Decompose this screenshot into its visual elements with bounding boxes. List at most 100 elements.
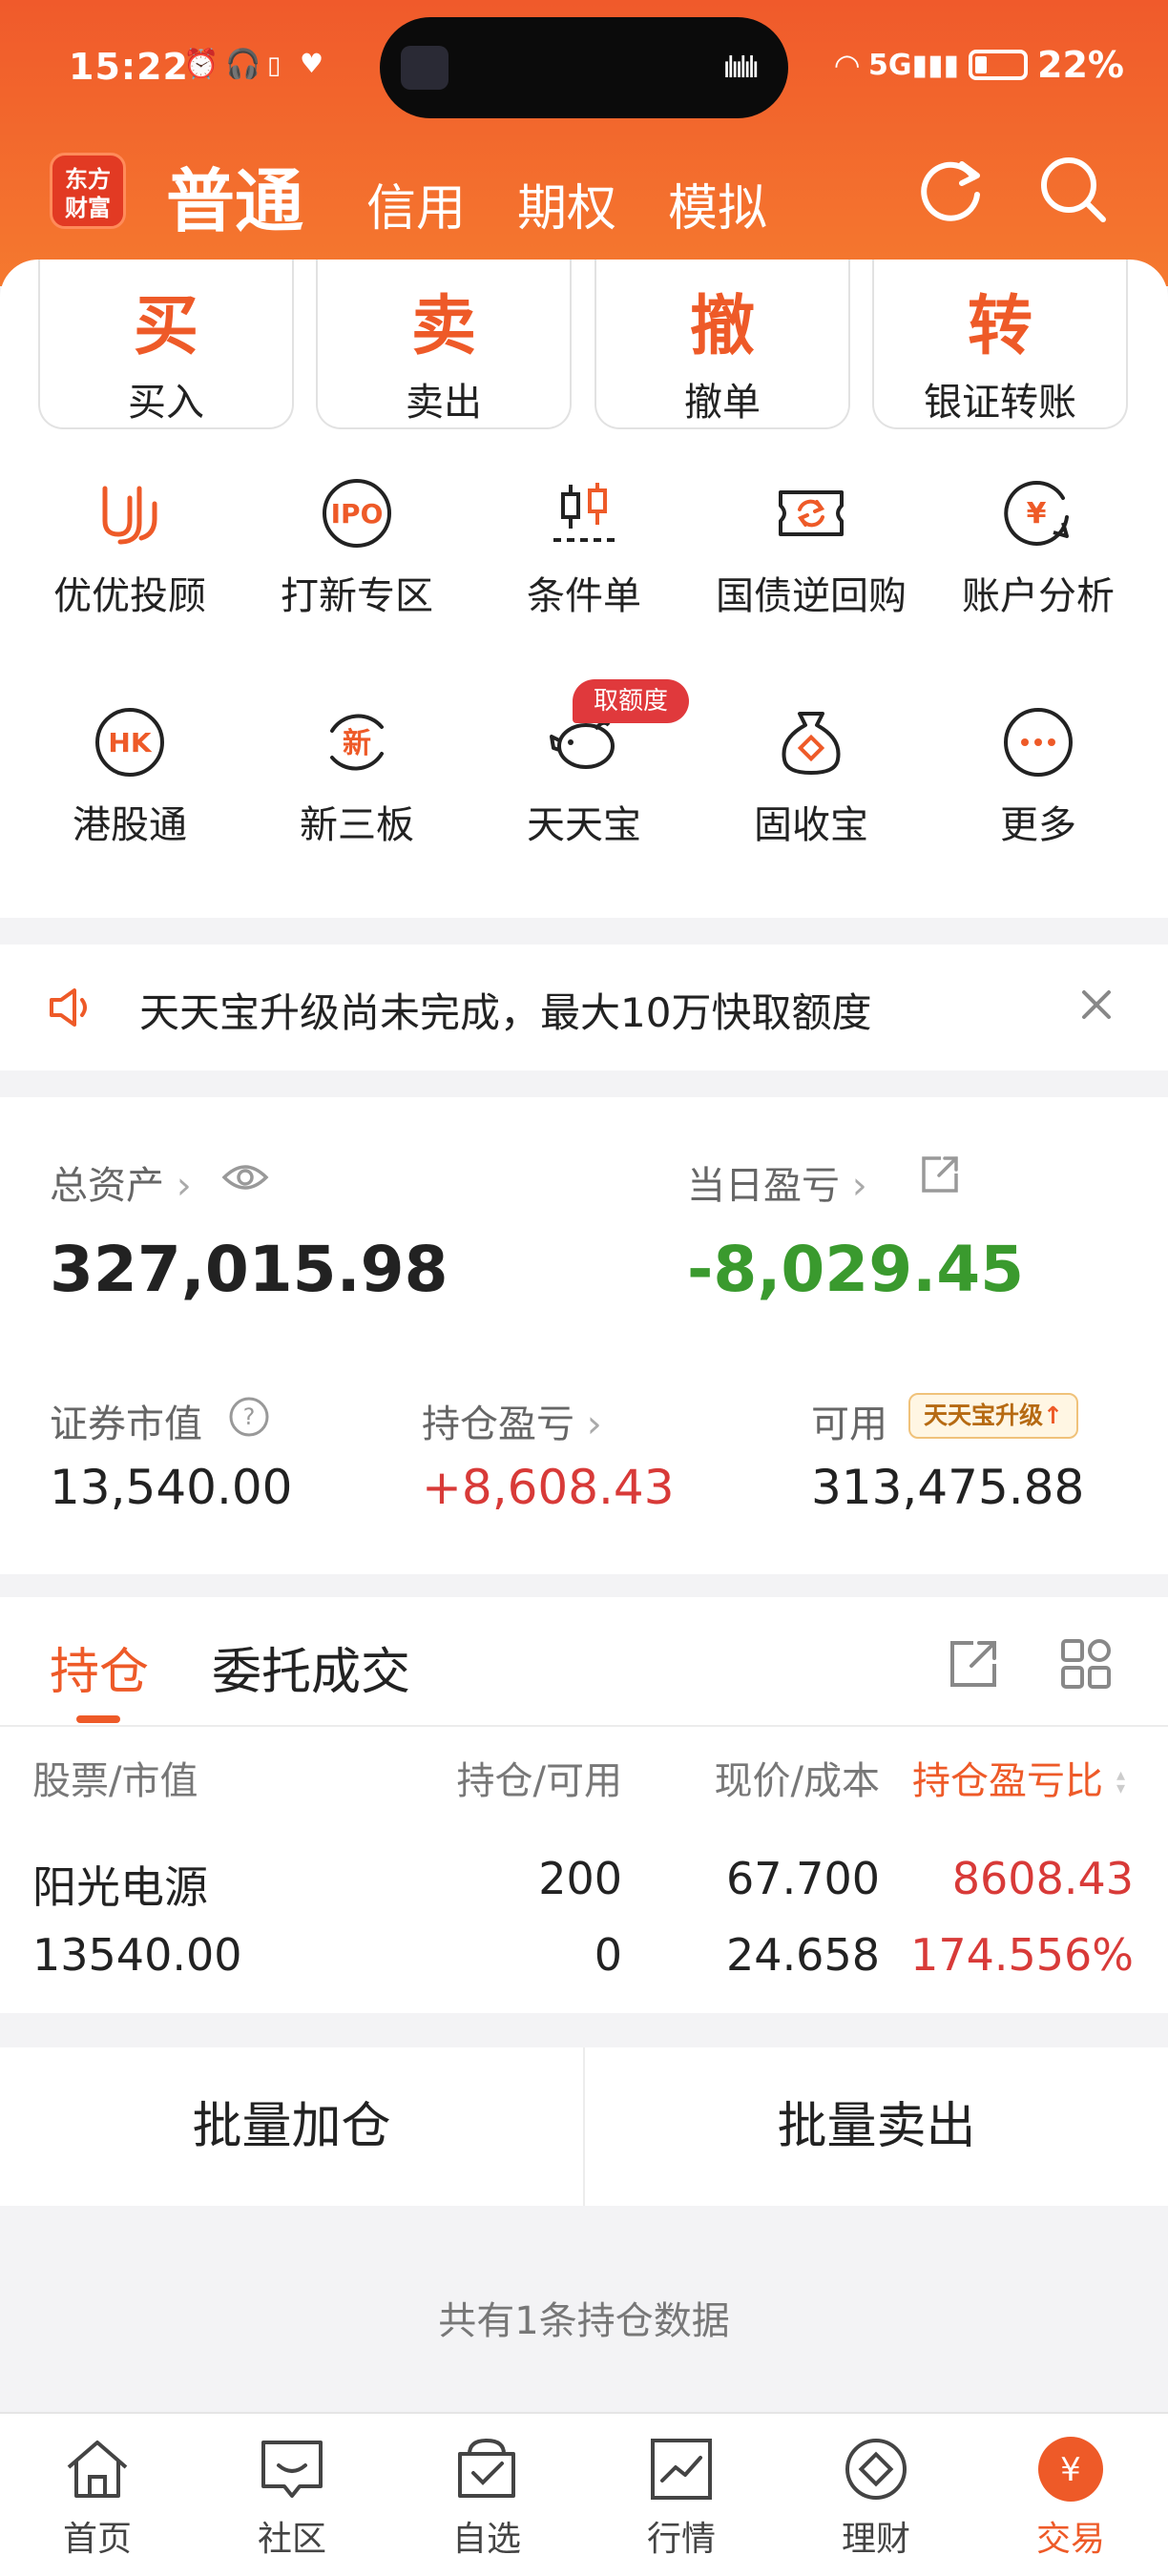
grid-label-reverse-repo: 国债逆回购 [716,574,907,618]
grid-label-more: 更多 [1000,803,1076,847]
external-link-icon[interactable] [945,1635,1002,1693]
upgrade-badge-text: 天天宝升级 [924,1402,1044,1429]
uu-icon [102,486,157,545]
grid-label-conditional-order: 条件单 [527,574,641,618]
grid-item-hk-connect[interactable]: HK 港股通 [15,704,244,849]
grid-label-ipo: 打新专区 [281,574,433,618]
col-price: 现价/成本 [714,1759,880,1803]
notice-text: 天天宝升级尚未完成，最大10万快取额度 [139,989,872,1036]
nav-home[interactable]: 首页 [2,2433,193,2561]
alarm-icon: ⏰ [183,48,219,81]
yuan-icon-text: ¥ [1027,497,1047,530]
tiantianbao-upgrade-badge[interactable]: 天天宝升级↑ [908,1393,1078,1439]
notice-bar[interactable]: 天天宝升级尚未完成，最大10万快取额度 [0,945,1168,1070]
status-right: ◠ 5G▮▮▮ 22% [835,44,1124,86]
headphones-icon: 🎧 [225,48,261,81]
grid-item-more[interactable]: 更多 [924,704,1153,849]
current-price: 67.700 [726,1853,880,1904]
grid-label-tiantianbao: 天天宝 [527,803,641,847]
nav-finance[interactable]: 理财 [781,2433,971,2561]
position-qty: 200 [538,1853,622,1904]
cancel-label: 撤单 [684,381,761,425]
yuan-chat-icon: ¥ [1004,480,1069,546]
close-icon[interactable] [1074,983,1118,1027]
nav-market[interactable]: 行情 [586,2433,777,2561]
daily-pnl-value: -8,029.45 [687,1233,1025,1306]
repo-icon [779,490,844,536]
nav-watchlist[interactable]: 自选 [391,2433,582,2561]
grid-item-conditional-order[interactable]: 条件单 [469,475,699,620]
grid-item-neeq[interactable]: 新 新三板 [242,704,471,849]
app-logo[interactable]: 东方 财富 [50,153,126,229]
network-type: 5G [868,48,912,82]
tab-credit[interactable]: 信用 [366,168,466,239]
nav-watchlist-label: 自选 [451,2520,521,2559]
hk-icon: HK [95,708,164,777]
refresh-icon[interactable] [914,151,991,227]
grid-item-fixed-income[interactable]: 固收宝 [697,704,926,849]
col-position: 持仓/可用 [456,1759,622,1803]
candlestick-icon [553,483,615,542]
market-value: 13,540.00 [50,1460,293,1515]
position-pnl-value: +8,608.43 [422,1460,675,1515]
grid-item-reverse-repo[interactable]: 国债逆回购 [697,475,926,620]
grid-item-advisor[interactable]: 优优投顾 [15,475,244,620]
nav-community[interactable]: 社区 [197,2433,387,2561]
speaker-icon [50,988,87,1027]
buy-button[interactable]: 买 买入 [38,260,294,429]
available-value: 313,475.88 [811,1460,1085,1515]
position-pnl-ratio: 174.556% [910,1929,1134,1981]
tab-normal[interactable]: 普通 [166,145,303,245]
signal-icon: 5G▮▮▮ [868,48,960,82]
col-pnl-ratio[interactable]: 持仓盈亏比 [912,1750,1126,1805]
transfer-glyph: 转 [967,289,1032,364]
daily-pnl-label[interactable]: 当日盈亏 › [687,1154,867,1210]
tab-orders-trades[interactable]: 委托成交 [212,1631,410,1703]
batch-actions: 批量加仓 批量卖出 [0,2047,1168,2206]
account-tabs: 东方 财富 普通 信用 期权 模拟 [0,143,1168,248]
market-value-label: 证券市值 [50,1402,202,1446]
grid-label-hk-connect: 港股通 [73,803,187,847]
eye-icon[interactable] [221,1158,269,1196]
logo-text-2: 财富 [65,195,111,221]
position-pnl-label[interactable]: 持仓盈亏 › [422,1393,602,1448]
help-icon[interactable]: ? [227,1395,271,1439]
cancel-order-button[interactable]: 撤 撤单 [594,260,850,429]
share-icon[interactable] [918,1153,962,1196]
header: 15:22 ⏰ 🎧 ▯ ♥ ılıılılı ◠ 5G▮▮▮ 22% 东方 财富… [0,0,1168,286]
grid-label-account-analysis: 账户分析 [962,574,1115,618]
grid-label-advisor: 优优投顾 [53,574,206,618]
trade-page: 15:22 ⏰ 🎧 ▯ ♥ ılıılılı ◠ 5G▮▮▮ 22% 东方 财富… [0,0,1168,2576]
batch-add-button[interactable]: 批量加仓 [0,2047,583,2206]
batch-sell-button[interactable]: 批量卖出 [585,2047,1168,2206]
stock-market-value: 13540.00 [32,1929,242,1981]
tab-holdings[interactable]: 持仓 [50,1631,149,1703]
bank-transfer-button[interactable]: 转 银证转账 [872,260,1128,429]
search-icon[interactable] [1034,151,1111,227]
holdings-count-text: 共有1条持仓数据 [438,2299,730,2343]
sell-button[interactable]: 卖 卖出 [316,260,572,429]
sort-icon[interactable]: ▴ ▾ [1116,1767,1125,1797]
transfer-label: 银证转账 [924,381,1076,425]
wifi-icon: ◠ [835,47,859,83]
svg-text:?: ? [243,1403,256,1430]
divider [0,1725,1168,1727]
home-icon [67,2441,128,2498]
grid-item-account-analysis[interactable]: ¥ 账户分析 [924,475,1153,620]
quick-withdraw-badge: 取额度 [573,679,690,723]
more-icon [1004,708,1073,777]
nav-market-label: 行情 [646,2520,716,2559]
grid-label-fixed-income: 固收宝 [754,803,868,847]
grid-item-ipo[interactable]: IPO 打新专区 [242,475,471,620]
chevron-right-icon: › [851,1164,867,1208]
tab-options[interactable]: 期权 [517,168,616,239]
total-assets-label[interactable]: 总资产 › [50,1154,192,1210]
asset-summary: 总资产 › 327,015.98 当日盈亏 › -8,029.45 证券市值 ?… [0,1097,1168,1574]
tab-simulation[interactable]: 模拟 [668,168,767,239]
position-pnl-label-text: 持仓盈亏 [422,1402,574,1446]
nav-trade[interactable]: ¥ 交易 [975,2433,1166,2561]
grid-layout-icon[interactable] [1057,1635,1115,1693]
grid-item-tiantianbao[interactable]: 天天宝 [469,704,699,849]
total-assets-value: 327,015.98 [50,1233,448,1306]
cost-price: 24.658 [726,1929,880,1981]
